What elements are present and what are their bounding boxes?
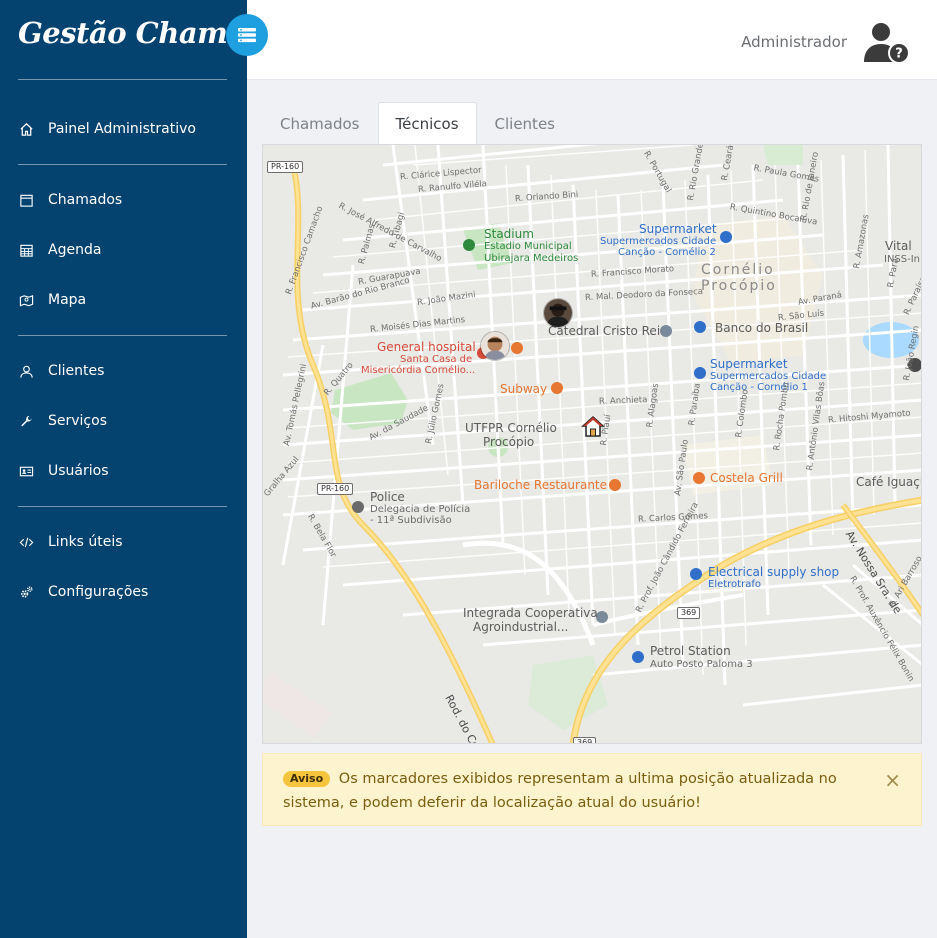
sidebar-item-label: Mapa bbox=[48, 292, 87, 308]
sidebar-item-label: Serviços bbox=[48, 413, 107, 429]
sidebar: Gestão Chamados Painel Administrativo Ch… bbox=[0, 0, 301, 938]
map-base-layer bbox=[263, 145, 921, 743]
poi-sublabel: Estadio Municipal bbox=[484, 241, 572, 252]
close-icon[interactable]: × bbox=[884, 768, 901, 792]
poi-supermarket-label: Supermarket bbox=[710, 357, 788, 371]
poi-sublabel: - 11ª Subdivisão bbox=[370, 515, 452, 526]
user-name[interactable]: Administrador bbox=[741, 33, 847, 51]
route-shield: 369 bbox=[573, 737, 597, 743]
sidebar-item-configuracoes[interactable]: Configurações bbox=[0, 572, 247, 612]
poi-utfpr-label: Procópio bbox=[483, 435, 535, 449]
home-icon bbox=[18, 121, 34, 137]
map-tabs: Chamados Técnicos Clientes bbox=[262, 102, 573, 145]
alert-message-wrapper: Aviso Os marcadores exibidos representam… bbox=[283, 767, 843, 815]
poi-petrol-label: Petrol Station bbox=[650, 644, 731, 658]
poi-cafe-label: Café Iguaçu bbox=[856, 475, 922, 489]
gears-icon bbox=[18, 584, 34, 600]
poi-sublabel: Ubirajara Medeiros bbox=[484, 253, 579, 264]
svg-text:?: ? bbox=[895, 47, 903, 62]
technicians-map[interactable]: PR-160 PR-160 369 369 Cornélio Procópio … bbox=[262, 144, 922, 744]
notice-alert: Aviso Os marcadores exibidos representam… bbox=[262, 753, 922, 826]
sidebar-item-links[interactable]: Links úteis bbox=[0, 522, 247, 562]
poi-catedral-label: Catedral Cristo Rei bbox=[548, 324, 661, 338]
sidebar-item-painel[interactable]: Painel Administrativo bbox=[0, 109, 247, 149]
poi-costela-label: Costela Grill bbox=[710, 471, 783, 485]
code-icon bbox=[18, 534, 34, 550]
wrench-icon bbox=[18, 413, 34, 429]
poi-electrical-label: Electrical supply shop bbox=[708, 565, 840, 579]
route-shield: PR-160 bbox=[267, 161, 304, 173]
user-icon bbox=[18, 363, 34, 379]
sidebar-item-label: Clientes bbox=[48, 363, 105, 379]
tab-clientes[interactable]: Clientes bbox=[477, 102, 573, 145]
alert-badge: Aviso bbox=[283, 771, 331, 787]
sidebar-item-label: Usuários bbox=[48, 463, 109, 479]
poi-sublabel: Misericórdia Cornélio... bbox=[361, 365, 476, 376]
poi-hospital-label: General hospital bbox=[377, 340, 476, 354]
sidebar-item-label: Painel Administrativo bbox=[48, 121, 196, 137]
poi-sublabel: Canção - Cornélio 1 bbox=[710, 382, 808, 393]
sidebar-item-label: Configurações bbox=[48, 584, 149, 600]
sidebar-item-chamados[interactable]: Chamados bbox=[0, 180, 247, 220]
map-icon bbox=[18, 292, 34, 308]
poi-sublabel: Canção - Cornélio 2 bbox=[618, 247, 716, 258]
poi-utfpr-label: UTFPR Cornélio bbox=[465, 421, 557, 435]
poi-integrada-label: Agroindustrial... bbox=[473, 620, 569, 634]
poi-vital-label: Vital bbox=[885, 239, 912, 253]
route-shield: 369 bbox=[677, 607, 701, 619]
route-shield: PR-160 bbox=[317, 483, 354, 495]
sidebar-item-agenda[interactable]: Agenda bbox=[0, 230, 247, 270]
id-card-icon bbox=[18, 463, 34, 479]
sidebar-item-label: Chamados bbox=[48, 192, 123, 208]
poi-sublabel: Eletrotrafo bbox=[708, 579, 761, 590]
sidebar-item-servicos[interactable]: Serviços bbox=[0, 401, 247, 441]
poi-sublabel: Supermercados Cidade bbox=[710, 371, 827, 382]
tab-tecnicos[interactable]: Técnicos bbox=[377, 102, 477, 145]
street-label: R. Anchieta bbox=[598, 395, 648, 407]
menu-toggle-button[interactable] bbox=[226, 14, 268, 56]
poi-sublabel: Supermercados Cidade bbox=[600, 236, 717, 247]
sidebar-divider bbox=[18, 79, 227, 80]
poi-subway-label: Subway bbox=[500, 382, 548, 396]
sidebar-item-mapa[interactable]: Mapa bbox=[0, 280, 247, 320]
map-city-label: Cornélio bbox=[701, 262, 775, 278]
poi-integrada-label: Integrada Cooperativa bbox=[463, 606, 598, 620]
poi-bariloche-label: Bariloche Restaurante bbox=[474, 478, 608, 492]
user-help-avatar-icon[interactable]: ? bbox=[863, 20, 911, 66]
sidebar-item-label: Agenda bbox=[48, 242, 102, 258]
poi-supermarket-label: Supermarket bbox=[639, 222, 717, 236]
home-marker-icon[interactable] bbox=[581, 415, 605, 439]
poi-police-label: Police bbox=[370, 490, 405, 504]
poi-sublabel: Santa Casa de bbox=[400, 354, 473, 365]
calendar-icon bbox=[18, 192, 34, 208]
sidebar-divider bbox=[18, 164, 227, 165]
sidebar-item-clientes[interactable]: Clientes bbox=[0, 351, 247, 391]
poi-banco-label: Banco do Brasil bbox=[715, 321, 809, 335]
sidebar-item-usuarios[interactable]: Usuários bbox=[0, 451, 247, 491]
poi-sublabel: Auto Posto Paloma 3 bbox=[650, 659, 753, 670]
poi-stadium-label: Stadium bbox=[484, 227, 534, 241]
alert-message: Os marcadores exibidos representam a ult… bbox=[283, 771, 837, 811]
technician-marker[interactable] bbox=[480, 331, 510, 361]
tab-chamados[interactable]: Chamados bbox=[262, 102, 378, 145]
sidebar-divider bbox=[18, 506, 227, 507]
sidebar-item-label: Links úteis bbox=[48, 534, 123, 550]
list-icon bbox=[238, 28, 256, 43]
map-city-label: Procópio bbox=[701, 278, 777, 294]
sidebar-divider bbox=[18, 335, 227, 336]
calendar-grid-icon bbox=[18, 242, 34, 258]
technician-marker[interactable] bbox=[543, 298, 573, 328]
poi-sublabel: Delegacia de Polícia bbox=[370, 504, 471, 515]
top-header: Administrador ? bbox=[247, 0, 937, 80]
